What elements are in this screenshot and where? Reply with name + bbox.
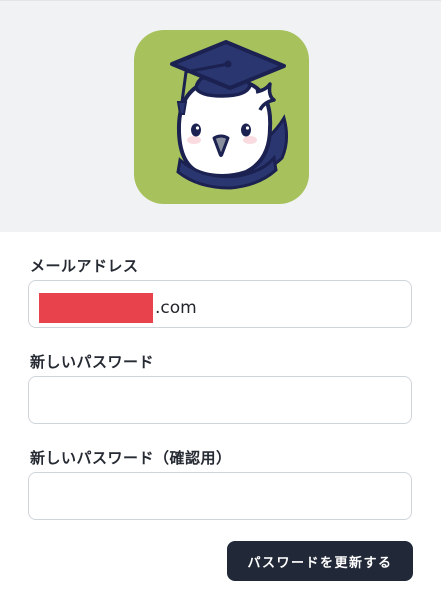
app-header bbox=[0, 0, 441, 232]
update-password-button[interactable]: パスワードを更新する bbox=[227, 541, 413, 581]
email-value: .com bbox=[39, 293, 197, 323]
email-field[interactable]: .com bbox=[28, 280, 412, 328]
app-logo bbox=[134, 30, 309, 204]
email-domain-suffix: .com bbox=[155, 298, 197, 318]
new-password-label: 新しいパスワード bbox=[30, 353, 155, 371]
confirm-password-label: 新しいパスワード（確認用） bbox=[30, 449, 232, 467]
owl-graduation-cap-icon bbox=[170, 40, 289, 190]
new-password-field[interactable] bbox=[28, 376, 412, 424]
email-label: メールアドレス bbox=[30, 257, 139, 275]
confirm-password-field[interactable] bbox=[28, 472, 412, 520]
email-redaction bbox=[39, 293, 153, 323]
